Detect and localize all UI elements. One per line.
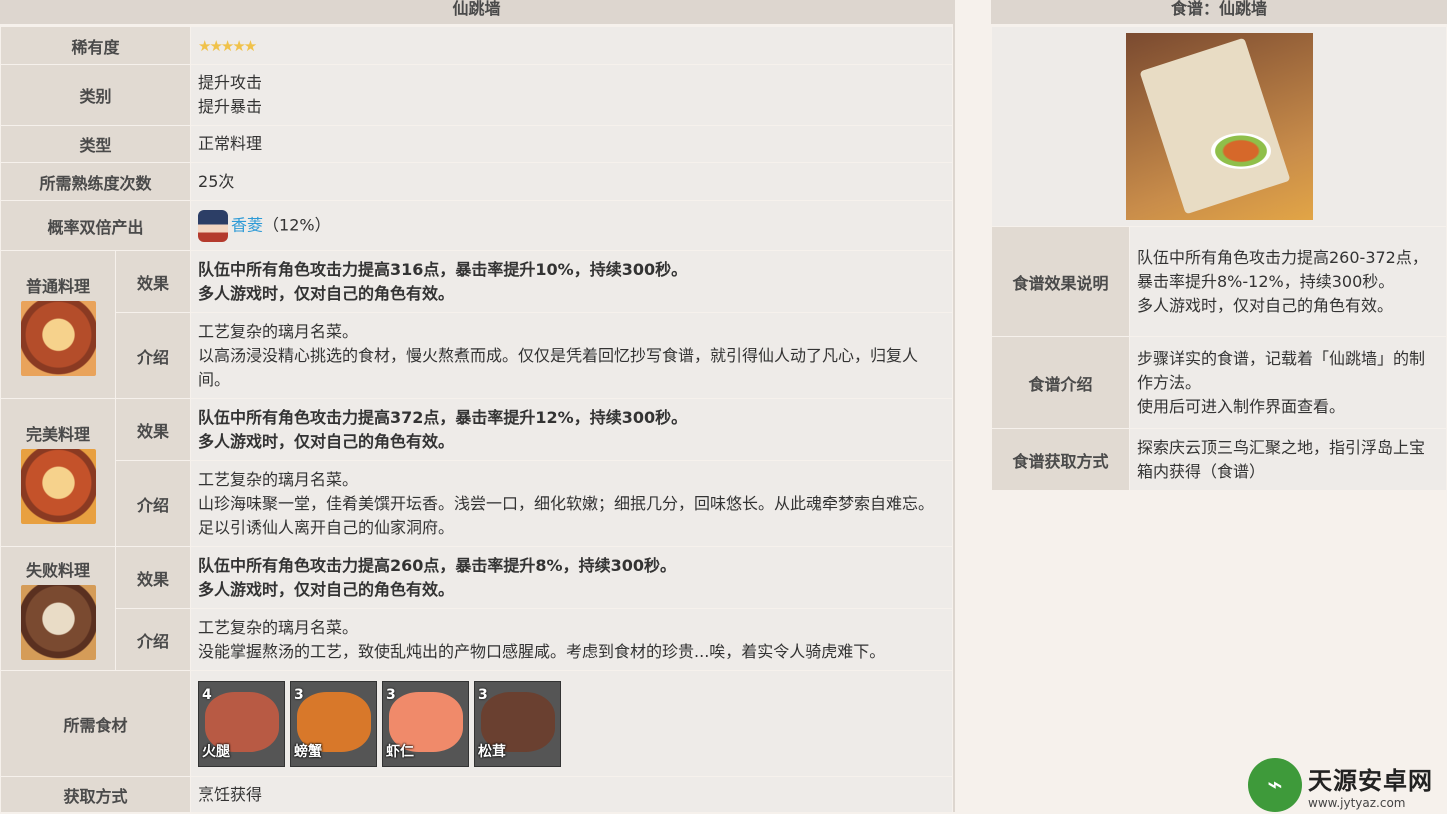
character-link[interactable]: 香菱 bbox=[231, 215, 263, 234]
failed-intro: 工艺复杂的璃月名菜。 没能掌握熬汤的工艺，致使乱炖出的产物口感腥咸。考虑到食材的珍… bbox=[190, 608, 953, 671]
character-avatar[interactable] bbox=[198, 209, 229, 242]
watermark-logo-icon: ⌁ bbox=[1248, 758, 1302, 812]
intro-label: 介绍 bbox=[114, 312, 192, 399]
failed-dish-image bbox=[20, 585, 96, 660]
effect-label: 效果 bbox=[114, 250, 192, 313]
category-label: 类别 bbox=[0, 64, 192, 126]
rarity-label: 稀有度 bbox=[0, 26, 192, 65]
normal-effect: 队伍中所有角色攻击力提高316点，暴击率提升10%，持续300秒。 多人游戏时，仅… bbox=[190, 250, 953, 313]
proficiency-label: 所需熟练度次数 bbox=[0, 162, 192, 201]
recipe-effect-value: 队伍中所有角色攻击力提高260-372点，暴击率提升8%-12%，持续300秒。… bbox=[1129, 226, 1447, 337]
type-value: 正常料理 bbox=[190, 125, 953, 163]
recipe-intro-value: 步骤详实的食谱，记载着「仙跳墙」的制作方法。 使用后可进入制作界面查看。 bbox=[1129, 336, 1447, 429]
recipe-panel: 食谱：仙跳墙 食谱效果说明 队伍中所有角色攻击力提高260-372点，暴击率提升… bbox=[991, 0, 1447, 491]
ingredient-ham[interactable]: 4 火腿 bbox=[198, 680, 286, 767]
normal-dish-image bbox=[20, 301, 96, 376]
recipe-image bbox=[1125, 33, 1313, 220]
intro-label: 介绍 bbox=[114, 460, 192, 547]
perfect-dish-image bbox=[20, 449, 96, 524]
effect-label: 效果 bbox=[114, 546, 192, 609]
recipe-title: 食谱：仙跳墙 bbox=[991, 0, 1447, 26]
perfect-intro: 工艺复杂的璃月名菜。 山珍海味聚一堂，佳肴美馔开坛香。浅尝一口，细化软嫩；细抿几分… bbox=[190, 460, 953, 547]
ingredients-value: 4 火腿 3 螃蟹 3 虾仁 3 松茸 bbox=[190, 670, 953, 777]
dish-title: 仙跳墙 bbox=[0, 0, 953, 26]
source-label: 获取方式 bbox=[0, 776, 192, 813]
double-output-value: 香菱（12%） bbox=[190, 200, 953, 251]
failed-effect: 队伍中所有角色攻击力提高260点，暴击率提升8%，持续300秒。 多人游戏时，仅对… bbox=[190, 546, 953, 609]
recipe-source-label: 食谱获取方式 bbox=[991, 428, 1130, 491]
double-output-label: 概率双倍产出 bbox=[0, 200, 192, 251]
normal-intro: 工艺复杂的璃月名菜。 以高汤浸没精心挑选的食材，慢火熬煮而成。仅仅是凭着回忆抄写食… bbox=[190, 312, 953, 399]
ingredients-label: 所需食材 bbox=[0, 670, 192, 777]
ingredient-list: 4 火腿 3 螃蟹 3 虾仁 3 松茸 bbox=[198, 678, 945, 770]
ingredient-crab[interactable]: 3 螃蟹 bbox=[290, 680, 378, 767]
rarity-stars: ★★★★★ bbox=[190, 26, 953, 65]
source-value: 烹饪获得 bbox=[190, 776, 953, 813]
recipe-image-cell bbox=[991, 26, 1447, 227]
recipe-table: 食谱效果说明 队伍中所有角色攻击力提高260-372点，暴击率提升8%-12%，… bbox=[991, 26, 1447, 491]
ingredient-shrimp[interactable]: 3 虾仁 bbox=[382, 680, 470, 767]
dish-panel: 仙跳墙 稀有度 ★★★★★ 类别 提升攻击 提升暴击 类型 正常料理 所需熟练度… bbox=[0, 0, 955, 813]
recipe-paper-icon bbox=[1139, 37, 1290, 215]
ingredient-matsutake[interactable]: 3 松茸 bbox=[474, 680, 562, 767]
intro-label: 介绍 bbox=[114, 608, 192, 671]
category-value: 提升攻击 提升暴击 bbox=[190, 64, 953, 126]
site-watermark: ⌁ 天源安卓网 www.jytyaz.com bbox=[1248, 758, 1446, 812]
recipe-effect-label: 食谱效果说明 bbox=[991, 226, 1130, 337]
roast-dish-icon bbox=[1210, 133, 1271, 169]
watermark-name: 天源安卓网 bbox=[1308, 766, 1433, 795]
perfect-effect: 队伍中所有角色攻击力提高372点，暴击率提升12%，持续300秒。 多人游戏时，仅… bbox=[190, 398, 953, 461]
recipe-source-value: 探索庆云顶三鸟汇聚之地，指引浮岛上宝箱内获得（食谱） bbox=[1129, 428, 1447, 491]
watermark-url: www.jytyaz.com bbox=[1308, 795, 1406, 810]
variant-perfect: 完美料理 bbox=[0, 398, 116, 547]
proficiency-value: 25次 bbox=[190, 162, 953, 201]
dish-table: 稀有度 ★★★★★ 类别 提升攻击 提升暴击 类型 正常料理 所需熟练度次数 2… bbox=[0, 26, 953, 813]
recipe-intro-label: 食谱介绍 bbox=[991, 336, 1130, 429]
variant-failed: 失败料理 bbox=[0, 546, 116, 671]
type-label: 类型 bbox=[0, 125, 192, 163]
variant-normal: 普通料理 bbox=[0, 250, 116, 399]
effect-label: 效果 bbox=[114, 398, 192, 461]
